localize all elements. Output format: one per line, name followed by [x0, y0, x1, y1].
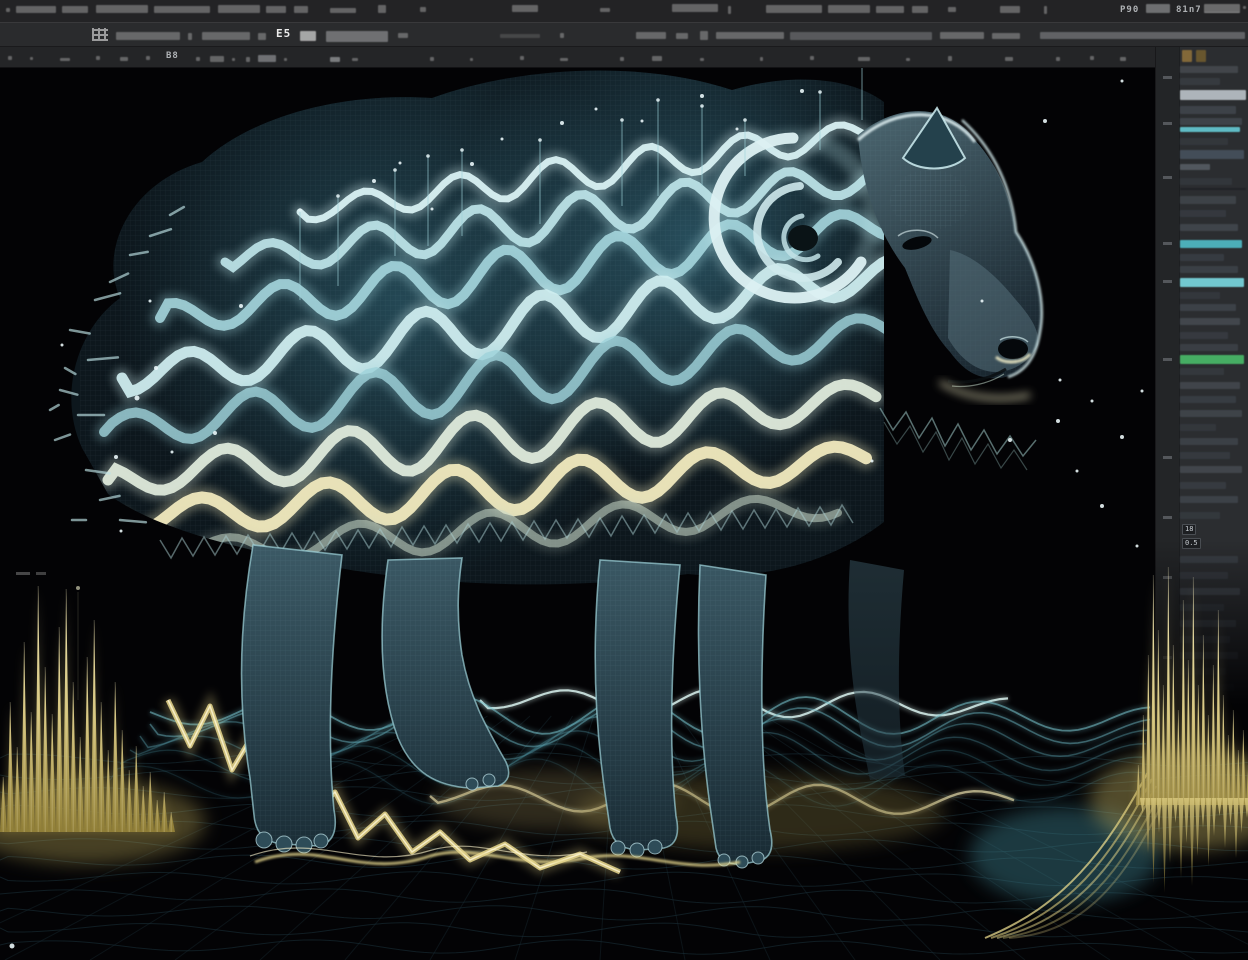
toolbar-item[interactable]: [232, 58, 235, 61]
toolbar-item[interactable]: [728, 6, 731, 14]
toolbar-item[interactable]: [1040, 32, 1245, 39]
toolbar-item[interactable]: [246, 57, 250, 62]
toolbar-item[interactable]: [96, 5, 148, 13]
toolbar-item[interactable]: [700, 31, 708, 40]
toolbar-item[interactable]: [858, 57, 870, 61]
toolbar-row-3: B8: [0, 47, 1155, 68]
toolbar-item[interactable]: [352, 58, 358, 61]
app-window: P90 81n7 E5 B8 180.5: [0, 0, 1248, 960]
toolbar-item[interactable]: [1044, 6, 1047, 14]
toolbar-item[interactable]: [120, 57, 128, 61]
toolbar-item[interactable]: [1204, 4, 1240, 13]
toolbar-item[interactable]: [218, 5, 260, 13]
leg-back-left: [240, 544, 343, 854]
toolbar-item[interactable]: [330, 57, 340, 62]
toolbar-item[interactable]: [940, 32, 984, 39]
toolbar-item[interactable]: [620, 57, 624, 61]
toolbar-item[interactable]: [760, 57, 763, 61]
toolbar-item[interactable]: [60, 58, 70, 61]
toolbar-item[interactable]: [6, 8, 10, 12]
toolbar-item[interactable]: [300, 31, 316, 41]
toolbar-item[interactable]: [652, 56, 662, 61]
toolbar-item[interactable]: [672, 4, 718, 12]
toolbar-item[interactable]: [906, 58, 910, 61]
toolbar-item[interactable]: [876, 6, 904, 13]
toolbar-row-1: P90 81n7: [0, 0, 1248, 23]
toolbar-item[interactable]: [676, 33, 688, 39]
toolbar-item[interactable]: [500, 34, 540, 38]
toolbar-item[interactable]: [420, 7, 426, 12]
toolbar-item[interactable]: [378, 5, 386, 13]
toolbar-item[interactable]: [196, 57, 200, 61]
toolbar-item[interactable]: [266, 6, 286, 13]
toolbar-item[interactable]: [188, 33, 192, 40]
toolbar-item[interactable]: [210, 56, 224, 62]
toolbar-item[interactable]: [202, 32, 250, 40]
toolbar-item[interactable]: [1146, 4, 1170, 13]
toolbar-item[interactable]: [154, 6, 210, 13]
toolbar-item[interactable]: [512, 5, 538, 12]
toolbar-item[interactable]: [766, 5, 822, 13]
toolbar-item[interactable]: [600, 8, 610, 12]
toolbar-item[interactable]: [828, 5, 870, 13]
toolbar-item[interactable]: [8, 56, 12, 60]
toolbar-item[interactable]: [1120, 57, 1126, 61]
toolbar-item[interactable]: [636, 32, 666, 39]
toolbar-row-2: E5: [0, 23, 1248, 47]
toolbar-item[interactable]: [790, 32, 932, 40]
toolbar-item[interactable]: [284, 58, 287, 61]
toolbar-item[interactable]: [1000, 6, 1020, 13]
toolbar-item[interactable]: [430, 57, 434, 61]
toolbar-item[interactable]: [810, 56, 814, 60]
toolbar-item[interactable]: [258, 33, 266, 40]
toolbar-item[interactable]: [948, 7, 956, 12]
toolbar-item[interactable]: [700, 58, 704, 61]
toolbar-item[interactable]: [560, 58, 568, 61]
creature-nose: [998, 339, 1028, 359]
toolbar-item[interactable]: [1243, 6, 1246, 9]
toolbar-item[interactable]: [146, 56, 150, 60]
toolbar-token-p90[interactable]: P90: [1120, 5, 1139, 15]
toolbar-item[interactable]: [116, 32, 180, 40]
toolbar-item[interactable]: [912, 6, 928, 13]
toolbar-item[interactable]: [294, 6, 308, 13]
toolbar-item[interactable]: [398, 33, 408, 38]
toolbar-item[interactable]: [96, 56, 100, 60]
toolbar-token-81n7[interactable]: 81n7: [1176, 5, 1202, 15]
toolbar-item[interactable]: [330, 8, 356, 13]
toolbar-item[interactable]: [716, 32, 784, 39]
grid-icon[interactable]: [92, 28, 108, 41]
toolbar-item[interactable]: [948, 56, 952, 61]
toolbar-item[interactable]: [16, 6, 56, 13]
toolbar-token-b8[interactable]: B8: [166, 51, 179, 61]
artwork-canvas: [0, 43, 1248, 960]
toolbar-item[interactable]: [1090, 56, 1094, 60]
leg-front-left: [594, 559, 681, 858]
toolbar-item[interactable]: [992, 33, 1020, 39]
toolbar-item[interactable]: [470, 58, 473, 61]
toolbar-item[interactable]: [520, 56, 524, 60]
toolbar-item[interactable]: [560, 33, 564, 38]
canvas-annotation: [16, 572, 30, 575]
toolbar-item[interactable]: [1056, 57, 1060, 61]
toolbar-item[interactable]: [62, 6, 88, 13]
toolbar-item[interactable]: [1005, 57, 1013, 61]
toolbar-logo[interactable]: E5: [276, 27, 291, 40]
toolbar-item[interactable]: [326, 31, 388, 42]
toolbar-item[interactable]: [258, 55, 276, 62]
toolbar-item[interactable]: [30, 57, 33, 60]
